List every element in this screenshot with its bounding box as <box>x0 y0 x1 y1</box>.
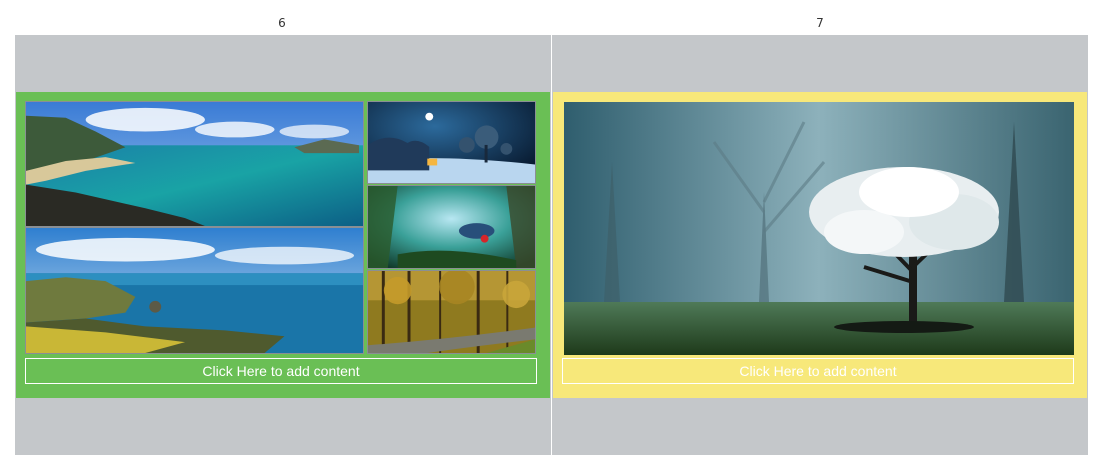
autumn-forest-road-photo[interactable] <box>367 270 536 354</box>
coastline-bay-photo[interactable] <box>25 101 364 227</box>
slide-7[interactable]: Click Here to add content <box>552 35 1088 455</box>
slide-6[interactable]: Click Here to add content <box>15 35 551 455</box>
page-number-7: 7 <box>816 16 824 30</box>
add-content-button[interactable]: Click Here to add content <box>25 358 537 384</box>
misty-white-tree-photo[interactable] <box>564 102 1074 355</box>
fantasy-forest-photo[interactable] <box>367 185 536 269</box>
page-grid: 6 Click Here to add content 7 Click Here… <box>0 0 1106 470</box>
coastline-cliffs-photo[interactable] <box>25 227 364 354</box>
page-number-6: 6 <box>278 16 286 30</box>
moonlit-night-photo[interactable] <box>367 101 536 184</box>
photo-collage-frame[interactable]: Click Here to add content <box>16 92 550 398</box>
add-content-button[interactable]: Click Here to add content <box>562 358 1074 384</box>
photo-frame[interactable]: Click Here to add content <box>553 92 1087 398</box>
